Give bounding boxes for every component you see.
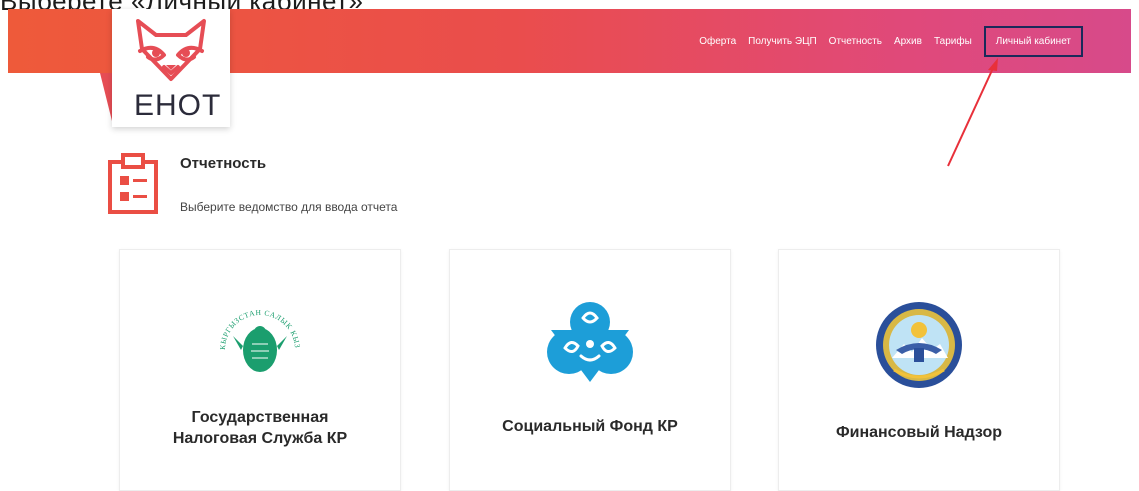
nav-item-archive[interactable]: Архив (888, 36, 928, 47)
brand-name: ЕНОТ (134, 89, 222, 122)
agency-card-social-fund-title: Социальный Фонд КР (502, 418, 678, 435)
agency-card-tax-title-line1: Государственная (191, 409, 329, 426)
social-fund-emblem-icon (547, 302, 633, 382)
nav-item-get-eds[interactable]: Получить ЭЦП (742, 36, 823, 47)
tax-service-emblem-icon: КЫРГЫЗСТАН САЛЫК КЫЗМАТЫ (215, 306, 301, 372)
agency-card-tax-service[interactable]: КЫРГЫЗСТАН САЛЫК КЫЗМАТЫ Государственная… (119, 249, 401, 491)
logo-ribbon (100, 73, 112, 121)
nav-item-reports[interactable]: Отчетность (823, 36, 888, 47)
raccoon-logo-icon (136, 19, 206, 81)
nav-item-tariffs[interactable]: Тарифы (928, 36, 978, 47)
agency-card-social-fund[interactable]: Социальный Фонд КР (449, 249, 731, 491)
agency-card-financial-supervision-title: Финансовый Надзор (835, 424, 1003, 441)
nav-item-offer[interactable]: Оферта (693, 36, 742, 47)
report-clipboard-icon (108, 153, 158, 214)
logo[interactable]: ЕНОТ (112, 9, 230, 127)
section-subtitle: Выберите ведомство для ввода отчета (180, 200, 398, 214)
nav-item-personal-cabinet[interactable]: Личный кабинет (983, 25, 1083, 57)
agency-card-financial-supervision[interactable]: Финансовый Надзор (778, 249, 1060, 491)
agency-card-tax-title-line2: Налоговая Служба КР (172, 430, 348, 447)
main-nav: Оферта Получить ЭЦП Отчетность Архив Тар… (693, 9, 1083, 73)
section-title: Отчетность (180, 155, 267, 172)
kyrgyz-state-emblem-icon (876, 302, 962, 388)
